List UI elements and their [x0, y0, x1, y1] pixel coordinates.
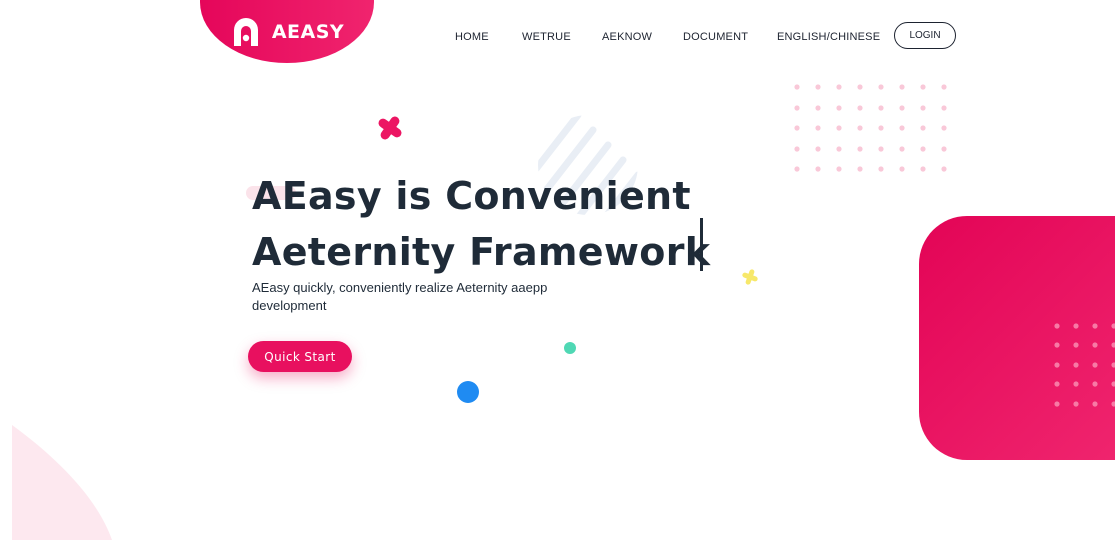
- nav-wetrue[interactable]: WETRUE: [522, 31, 571, 43]
- decor-pink-cross: [378, 116, 402, 140]
- hero-subtitle: AEasy quickly, conveniently realize Aete…: [252, 280, 548, 313]
- decor-blue-dot: [457, 381, 479, 403]
- nav-document[interactable]: DOCUMENT: [683, 31, 748, 43]
- decor-yellow-cross: [742, 269, 758, 285]
- brand-name: AEASY: [271, 20, 345, 43]
- decor-dot-grid-top: [794, 84, 947, 172]
- nav-language-toggle[interactable]: ENGLISH/CHINESE: [777, 31, 880, 43]
- nav-aeknow[interactable]: AEKNOW: [602, 31, 652, 43]
- login-button[interactable]: LOGIN: [894, 22, 956, 49]
- decor-teal-dot: [564, 342, 576, 354]
- decor-dot-grid-panel: [1054, 323, 1115, 407]
- typing-cursor: [700, 218, 703, 271]
- aeasy-logo-icon: [233, 17, 258, 46]
- quick-start-button[interactable]: Quick Start: [248, 341, 352, 372]
- hero-title: AEasy is Convenient Aeternity Framework: [252, 168, 710, 280]
- decor-pink-corner-shape: [12, 425, 112, 540]
- brand-logo[interactable]: AEASY: [200, 0, 374, 63]
- nav-home[interactable]: HOME: [455, 31, 489, 43]
- hero-title-line-2: Aeternity Framework: [252, 230, 711, 274]
- hero-title-line-1: AEasy is Convenient: [252, 174, 691, 218]
